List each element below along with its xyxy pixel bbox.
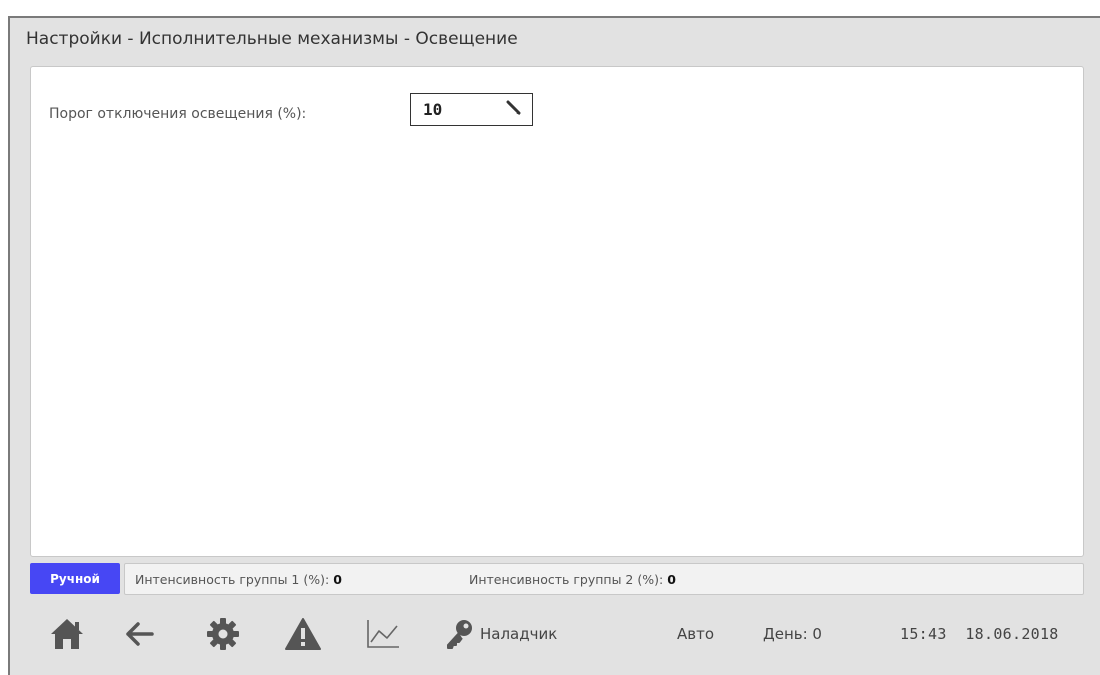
- group1-value: 0: [333, 572, 342, 587]
- group2-label: Интенсивность группы 2 (%):: [469, 572, 664, 587]
- home-icon: [51, 619, 83, 649]
- home-button[interactable]: [44, 611, 90, 657]
- chart-line-icon: [367, 620, 399, 648]
- navigation-bar: Наладчик Авто День: 0 15:43 18.06.2018: [30, 605, 1084, 661]
- group2-value: 0: [667, 572, 676, 587]
- clock-time: 15:43: [900, 625, 947, 643]
- settings-panel: Порог отключения освещения (%): 10: [30, 66, 1084, 557]
- user-button[interactable]: Наладчик: [444, 611, 557, 657]
- datetime: 15:43 18.06.2018: [900, 625, 1059, 643]
- threshold-label: Порог отключения освещения (%):: [49, 106, 307, 122]
- pencil-icon[interactable]: [504, 99, 522, 121]
- group1-label: Интенсивность группы 1 (%):: [135, 572, 330, 587]
- threshold-input[interactable]: 10: [410, 93, 533, 126]
- gear-icon: [207, 618, 239, 650]
- threshold-value: 10: [423, 100, 443, 119]
- key-icon: [447, 620, 472, 649]
- page-title: Настройки - Исполнительные механизмы - О…: [26, 29, 518, 49]
- warning-icon: [285, 618, 321, 650]
- group2-intensity: Интенсивность группы 2 (%): 0: [469, 572, 676, 587]
- clock-date: 18.06.2018: [965, 625, 1059, 643]
- arrow-left-icon: [126, 622, 154, 646]
- alarms-button[interactable]: [280, 611, 326, 657]
- group1-intensity: Интенсивность группы 1 (%): 0: [135, 572, 342, 587]
- intensity-strip: Интенсивность группы 1 (%): 0 Интенсивно…: [124, 563, 1084, 595]
- control-mode: Авто: [677, 625, 715, 643]
- manual-mode-badge[interactable]: Ручной: [30, 563, 120, 594]
- back-button[interactable]: [116, 611, 162, 657]
- trends-button[interactable]: [360, 611, 406, 657]
- day-counter: День: 0: [763, 625, 822, 643]
- settings-button[interactable]: [200, 611, 246, 657]
- user-name: Наладчик: [480, 625, 558, 643]
- status-bar: Ручной Интенсивность группы 1 (%): 0 Инт…: [30, 563, 1084, 595]
